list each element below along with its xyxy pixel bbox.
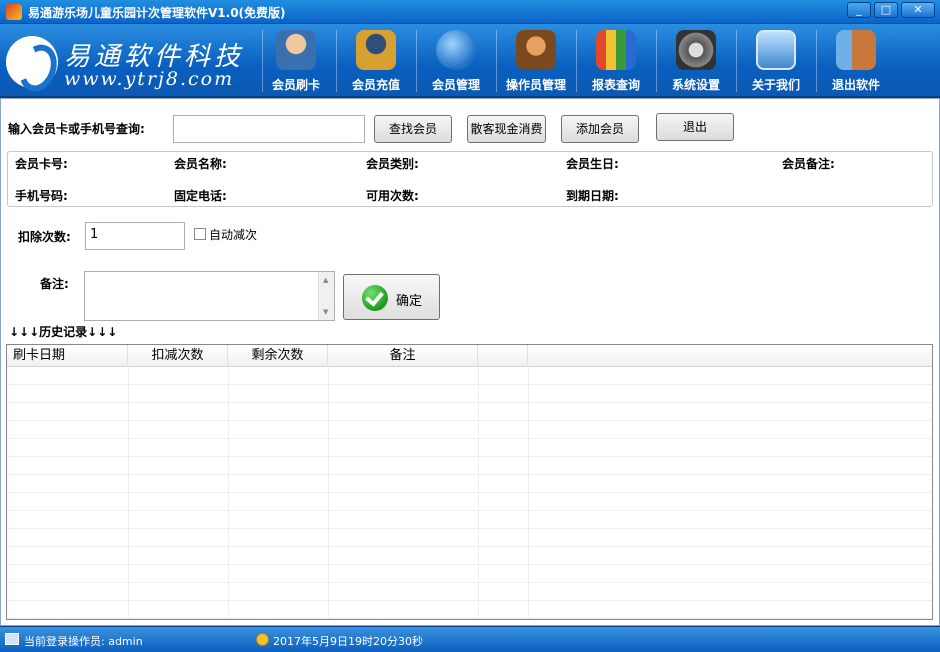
search-label: 输入会员卡或手机号查询:	[8, 122, 145, 136]
toolbar-separator	[576, 30, 577, 92]
table-row[interactable]	[7, 601, 932, 619]
table-row[interactable]	[7, 565, 932, 583]
expire-date-label: 到期日期:	[566, 189, 619, 203]
member-manage-icon	[436, 30, 476, 70]
toolbar-separator	[656, 30, 657, 92]
current-operator: 当前登录操作员: admin	[24, 635, 143, 648]
confirm-button[interactable]: 确定	[343, 274, 440, 320]
clock-icon	[256, 633, 269, 646]
auto-deduct-label: 自动减次	[209, 228, 258, 242]
table-row[interactable]	[7, 367, 932, 385]
toolbar-exit-software-button[interactable]: 退出软件	[818, 28, 894, 94]
column-header[interactable]	[478, 345, 528, 367]
app-icon	[6, 4, 22, 20]
monitor-icon	[5, 633, 19, 645]
table-row[interactable]	[7, 385, 932, 403]
table-row[interactable]	[7, 457, 932, 475]
deduct-label: 扣除次数:	[18, 230, 71, 244]
toolbar-member-recharge-button[interactable]: 会员充值	[338, 28, 414, 94]
available-count-label: 可用次数:	[366, 189, 419, 203]
remark-scrollbar[interactable]: ▲ ▼	[318, 272, 334, 320]
logo-url-text: www.ytrj8.com	[64, 68, 235, 90]
table-row[interactable]	[7, 421, 932, 439]
card-no-label: 会员卡号:	[15, 157, 68, 171]
auto-deduct-checkbox[interactable]	[194, 228, 206, 240]
toolbar-operator-manage-button[interactable]: 操作员管理	[498, 28, 574, 94]
history-table-header: 刷卡日期 扣减次数 剩余次数 备注	[7, 345, 932, 367]
remark-label: 备注:	[40, 277, 69, 291]
cash-consume-button[interactable]: 散客现金消费	[467, 115, 546, 143]
about-us-icon	[756, 30, 796, 70]
window-title: 易通游乐场儿童乐园计次管理软件V1.0(免费版)	[28, 6, 286, 20]
title-bar: 易通游乐场儿童乐园计次管理软件V1.0(免费版) _ □ ✕	[0, 0, 940, 24]
table-row[interactable]	[7, 403, 932, 421]
member-type-label: 会员类别:	[366, 157, 419, 171]
exit-software-icon	[836, 30, 876, 70]
toolbar-separator	[736, 30, 737, 92]
member-birthday-label: 会员生日:	[566, 157, 619, 171]
toolbar: 易通软件科技 www.ytrj8.com 会员刷卡 会员充值 会员管理 操作员管…	[0, 24, 940, 98]
maximize-button[interactable]: □	[874, 2, 898, 18]
logo-mark-icon	[6, 36, 58, 88]
toolbar-separator	[816, 30, 817, 92]
member-name-label: 会员名称:	[174, 157, 227, 171]
toolbar-about-us-button[interactable]: 关于我们	[738, 28, 814, 94]
member-swipe-icon	[276, 30, 316, 70]
scroll-down-icon[interactable]: ▼	[323, 308, 328, 316]
minimize-button[interactable]: _	[847, 2, 871, 18]
table-row[interactable]	[7, 493, 932, 511]
toolbar-member-swipe-button[interactable]: 会员刷卡	[258, 28, 334, 94]
search-input[interactable]	[173, 115, 365, 143]
member-note-label: 会员备注:	[782, 157, 835, 171]
column-header[interactable]: 刷卡日期	[7, 345, 128, 367]
company-logo: 易通软件科技 www.ytrj8.com	[4, 30, 259, 92]
tel-label: 固定电话:	[174, 189, 227, 203]
toolbar-member-manage-button[interactable]: 会员管理	[418, 28, 494, 94]
history-title: ↓↓↓历史记录↓↓↓	[9, 325, 118, 339]
close-button[interactable]: ✕	[901, 2, 935, 18]
table-row[interactable]	[7, 439, 932, 457]
system-settings-icon	[676, 30, 716, 70]
table-row[interactable]	[7, 529, 932, 547]
checkmark-icon	[362, 285, 388, 311]
report-query-icon	[596, 30, 636, 70]
status-bar: 当前登录操作员: admin 2017年5月9日19时20分30秒	[0, 626, 940, 652]
column-header[interactable]: 备注	[328, 345, 478, 367]
toolbar-separator	[496, 30, 497, 92]
table-row[interactable]	[7, 475, 932, 493]
toolbar-separator	[336, 30, 337, 92]
current-time: 2017年5月9日19时20分30秒	[273, 635, 423, 648]
member-recharge-icon	[356, 30, 396, 70]
toolbar-report-query-button[interactable]: 报表查询	[578, 28, 654, 94]
add-member-button[interactable]: 添加会员	[561, 115, 639, 143]
main-panel: 输入会员卡或手机号查询: 查找会员 散客现金消费 添加会员 退出 会员卡号: 会…	[0, 98, 940, 626]
table-row[interactable]	[7, 547, 932, 565]
column-header[interactable]: 扣减次数	[128, 345, 228, 367]
exit-button[interactable]: 退出	[656, 113, 734, 141]
table-row[interactable]	[7, 583, 932, 601]
remark-textarea[interactable]: ▲ ▼	[84, 271, 335, 321]
toolbar-separator	[416, 30, 417, 92]
scroll-up-icon[interactable]: ▲	[323, 276, 328, 284]
table-row[interactable]	[7, 511, 932, 529]
phone-label: 手机号码:	[15, 189, 68, 203]
deduct-count-input[interactable]: 1	[85, 222, 185, 250]
column-header[interactable]: 剩余次数	[228, 345, 328, 367]
find-member-button[interactable]: 查找会员	[374, 115, 452, 143]
toolbar-system-settings-button[interactable]: 系统设置	[658, 28, 734, 94]
history-table[interactable]: 刷卡日期 扣减次数 剩余次数 备注	[6, 344, 933, 620]
operator-manage-icon	[516, 30, 556, 70]
